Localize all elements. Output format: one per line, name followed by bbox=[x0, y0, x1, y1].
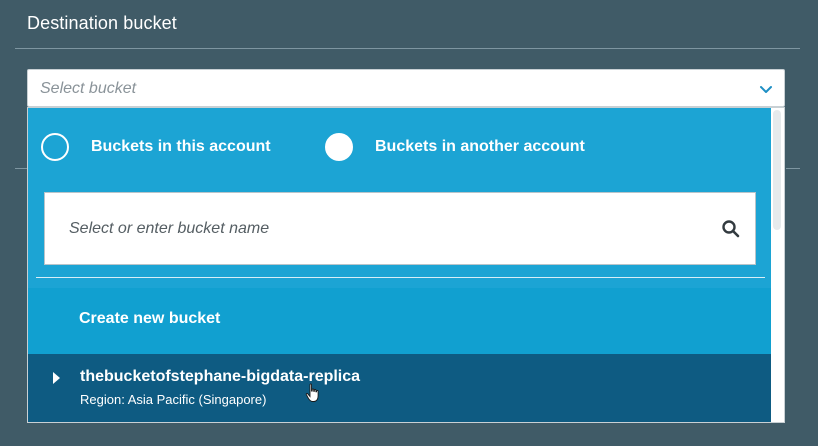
bucket-option[interactable]: thebucketofstephane-bigdata-replica Regi… bbox=[28, 354, 771, 422]
bucket-option-region: Region: Asia Pacific (Singapore) bbox=[80, 392, 267, 407]
search-icon[interactable] bbox=[721, 219, 741, 239]
bucket-select-placeholder: Select bucket bbox=[40, 80, 137, 97]
radio-label: Buckets in this account bbox=[91, 138, 271, 155]
dropdown-divider bbox=[36, 277, 765, 278]
chevron-down-icon[interactable] bbox=[758, 81, 774, 97]
radio-label: Buckets in another account bbox=[375, 138, 585, 155]
hand-cursor-icon bbox=[305, 383, 319, 402]
caret-right-icon[interactable] bbox=[53, 372, 60, 384]
title-divider bbox=[15, 48, 800, 49]
section-title: Destination bucket bbox=[27, 13, 177, 33]
radio-buckets-another-account[interactable]: Buckets in another account bbox=[325, 133, 585, 161]
bucket-dropdown: Buckets in this account Buckets in anoth… bbox=[27, 107, 785, 423]
radio-circle-icon bbox=[325, 133, 353, 161]
radio-circle-icon bbox=[41, 133, 69, 161]
bucket-search-input[interactable]: Select or enter bucket name bbox=[44, 192, 756, 265]
dropdown-scrollbar-thumb[interactable] bbox=[773, 110, 781, 230]
create-new-bucket-option[interactable]: Create new bucket bbox=[28, 288, 771, 354]
bucket-dropdown-content: Buckets in this account Buckets in anoth… bbox=[28, 108, 771, 422]
radio-buckets-this-account[interactable]: Buckets in this account bbox=[41, 133, 271, 161]
bucket-search-placeholder: Select or enter bucket name bbox=[69, 220, 270, 237]
bucket-select[interactable]: Select bucket bbox=[27, 69, 785, 107]
right-divider bbox=[786, 168, 800, 169]
destination-bucket-panel: Destination bucket Select bucket Buckets… bbox=[0, 0, 818, 446]
create-new-bucket-label: Create new bucket bbox=[79, 310, 221, 327]
